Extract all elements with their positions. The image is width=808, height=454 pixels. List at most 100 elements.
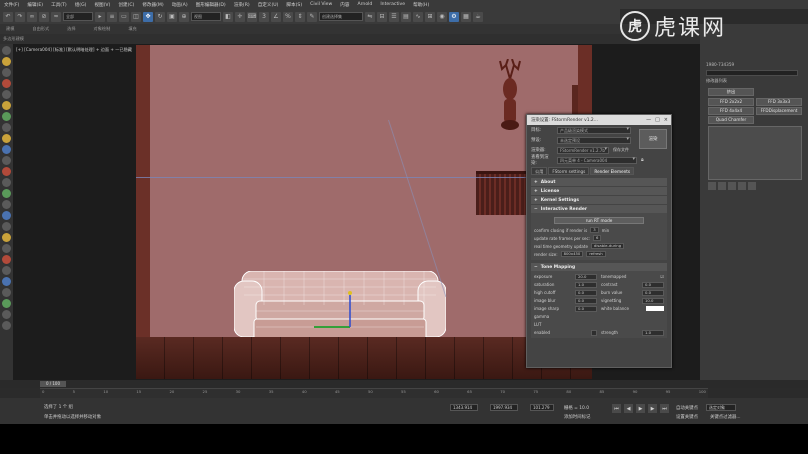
ribbon-tab-object-paint[interactable]: 对象绘制 [94, 26, 111, 32]
burn-value-input[interactable]: 0.0 [642, 289, 664, 296]
previous-frame-icon[interactable]: ◀ [624, 404, 633, 413]
menu-arnold[interactable]: Arnold [357, 2, 372, 7]
manipulate-icon[interactable]: ✛ [235, 11, 245, 22]
modifier-stack[interactable] [708, 126, 802, 180]
chamferbox-icon[interactable] [2, 266, 11, 275]
layer-manager-icon[interactable]: ☰ [389, 11, 399, 22]
hedra-icon[interactable] [2, 255, 11, 264]
sun-icon[interactable] [2, 134, 11, 143]
go-to-start-icon[interactable]: ⏮ [612, 404, 621, 413]
pyramid-icon[interactable] [2, 222, 11, 231]
rollout-interactive-render[interactable]: Interactive Render [531, 205, 667, 213]
menu-edit[interactable]: 编辑(E) [27, 2, 43, 8]
object-name-field[interactable]: 1980-734359 [706, 62, 734, 68]
edit-named-selection-icon[interactable]: ✎ [307, 11, 317, 22]
render-button[interactable]: 渲染 [639, 129, 667, 149]
refresh-button[interactable]: refresh [586, 251, 606, 257]
remove-modifier-icon[interactable] [738, 182, 746, 190]
lut-enabled-checkbox[interactable] [591, 329, 597, 336]
reference-coordinate-dropdown[interactable]: 视图 [191, 12, 221, 21]
update-rate-input[interactable]: 6 [593, 235, 602, 241]
menu-rendering[interactable]: 渲染(R) [234, 2, 250, 8]
close-icon[interactable]: × [664, 117, 668, 123]
ribbon-tab-modeling[interactable]: 建模 [6, 26, 14, 32]
exposure-input[interactable]: 20.0 [575, 273, 597, 280]
rollout-license[interactable]: License [531, 187, 667, 195]
mirror-icon[interactable]: ⇋ [365, 11, 375, 22]
menu-customize[interactable]: 自定义(U) [258, 2, 279, 8]
image-sharp-input[interactable]: 0.0 [575, 305, 597, 312]
scene-explorer-icon[interactable]: ▤ [401, 11, 411, 22]
tonemapped-checkbox[interactable]: ☑ [660, 274, 664, 279]
menu-animation[interactable]: 动画(A) [172, 2, 188, 8]
modifier-quad-chamfer-button[interactable]: Quad Chamfer [708, 116, 754, 124]
modifier-list-label[interactable]: 修改器列表 [706, 78, 727, 84]
geosphere-icon[interactable] [2, 244, 11, 253]
space-warp-icon[interactable] [2, 112, 11, 121]
coord-x-field[interactable]: 1343.914 [450, 404, 478, 411]
target-dropdown[interactable]: 产品级渲染模式 [557, 126, 631, 134]
menu-file[interactable]: 文件(F) [4, 2, 19, 8]
lut-strength-input[interactable]: 1.0 [642, 329, 664, 336]
rollout-kernel-settings[interactable]: Kernel Settings [531, 196, 667, 204]
move-icon[interactable]: ✥ [143, 11, 153, 22]
white-balance-swatch[interactable] [646, 306, 664, 311]
modifier-ffd-displacement-button[interactable]: FFDDisplacement [756, 107, 802, 115]
lock-icon[interactable]: 🔒︎ [641, 157, 644, 163]
plane-icon[interactable] [2, 189, 11, 198]
keyboard-shortcut-icon[interactable]: ⌨ [247, 11, 257, 22]
ribbon-tab-populate[interactable]: 填充 [128, 26, 136, 32]
geometry-icon[interactable] [2, 79, 11, 88]
time-slider-track[interactable] [0, 380, 808, 388]
light-icon[interactable] [2, 57, 11, 66]
prism-icon[interactable] [2, 310, 11, 319]
tube-icon[interactable] [2, 233, 11, 242]
camera-icon[interactable] [2, 90, 11, 99]
menu-content[interactable]: 内容 [340, 2, 349, 8]
preset-dropdown[interactable]: 未选定预设 [557, 136, 631, 144]
rect-select-icon[interactable]: ▭ [119, 11, 129, 22]
pivot-icon[interactable]: ◧ [223, 11, 233, 22]
rollout-tone-mapping[interactable]: Tone Mapping [531, 263, 667, 271]
menu-group[interactable]: 组(G) [75, 2, 87, 8]
menu-graph-editors[interactable]: 图形编辑器(D) [196, 2, 226, 8]
named-selection-dropdown[interactable]: 创建选择集 [319, 12, 363, 21]
play-icon[interactable]: ▶ [636, 404, 645, 413]
vignetting-input[interactable]: 10.0 [642, 297, 664, 304]
show-end-result-icon[interactable] [718, 182, 726, 190]
percent-snap-icon[interactable]: % [283, 11, 293, 22]
view-to-render-dropdown[interactable]: 四元菜单 4 - Camera004 [557, 156, 637, 164]
add-time-tag[interactable]: 添加时间标记 [564, 414, 590, 420]
menu-civil-view[interactable]: Civil View [310, 2, 332, 7]
create-icon[interactable] [2, 46, 11, 55]
material-editor-icon[interactable]: ◉ [437, 11, 447, 22]
ribbon-tab-selection[interactable]: 选择 [67, 26, 75, 32]
high-cutoff-input[interactable]: 0.0 [575, 289, 597, 296]
capsule-icon[interactable] [2, 321, 11, 330]
confirm-closing-input[interactable]: 3 [590, 227, 599, 233]
selected-object-dropdown[interactable]: 选定对象 [706, 404, 736, 411]
key-filters-button[interactable]: 关键点过滤器... [710, 414, 741, 420]
run-rt-mode-button[interactable]: run RT mode [554, 217, 644, 224]
minimize-icon[interactable]: — [646, 117, 651, 123]
object-color-field[interactable] [706, 70, 798, 76]
tab-fstorm-settings[interactable]: FStorm settings [548, 167, 590, 175]
shape-icon[interactable] [2, 68, 11, 77]
menu-scripting[interactable]: 脚本(S) [286, 2, 302, 8]
rollout-about[interactable]: About [531, 178, 667, 186]
place-icon[interactable]: ⊕ [179, 11, 189, 22]
selection-filter-dropdown[interactable]: 全部 [63, 12, 93, 21]
oiltank-icon[interactable] [2, 277, 11, 286]
track-bar[interactable]: 0 5 10 15 20 25 30 35 40 45 50 55 60 65 … [40, 388, 708, 398]
rotate-icon[interactable]: ↻ [155, 11, 165, 22]
renderer-dropdown[interactable]: FStormRender v1.2.7b [557, 146, 609, 154]
menu-interactive[interactable]: Interactive [380, 2, 405, 7]
auto-key-button[interactable]: 自动关键点 [676, 405, 698, 411]
coord-z-field[interactable]: 101.279 [530, 404, 554, 411]
tab-common[interactable]: 公用 [531, 167, 548, 175]
select-by-name-icon[interactable]: ≡ [107, 11, 117, 22]
saturation-input[interactable]: 1.0 [575, 281, 597, 288]
modifier-extrude-button[interactable]: 挤出 [708, 88, 754, 96]
render-production-icon[interactable]: ☕ [473, 11, 483, 22]
systems-icon[interactable] [2, 123, 11, 132]
